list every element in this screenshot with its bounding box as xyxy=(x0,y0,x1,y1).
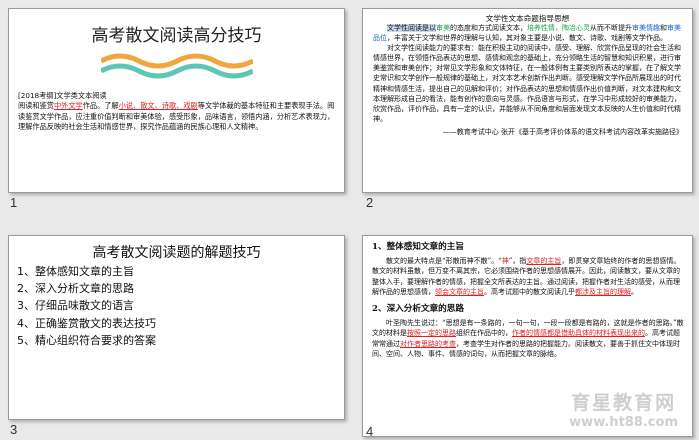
slide-number-3: 3 xyxy=(10,422,18,437)
slide-thumbnail-1[interactable]: 高考散文阅读高分技巧 [2018考纲]文学类文本阅读 阅读和鉴赏中外文学作品。了… xyxy=(8,8,345,193)
slide-1-title: 高考散文阅读高分技巧 xyxy=(91,26,262,46)
section-heading-1: 1、整体感知文章的主旨 xyxy=(372,242,464,252)
exam-outline-heading: [2018考纲]文学类文本阅读 xyxy=(18,91,107,100)
watermark: 育星教育网 www.ht88.com xyxy=(569,392,678,430)
exam-outline-text: 阅读和鉴赏中外文学作品。了解小说、散文、诗歌、戏剧等文学体裁的基本特征和主要表现… xyxy=(18,101,335,131)
slide-thumbnail-3[interactable]: 高考散文阅读题的解题技巧 1、整体感知文章的主旨 2、深入分析文章的思路 3、仔… xyxy=(8,235,345,420)
technique-list: 1、整体感知文章的主旨 2、深入分析文章的思路 3、仔细品味散文的语言 4、正确… xyxy=(17,263,156,349)
slide-number-2: 2 xyxy=(366,195,374,210)
slide-4-body: 1、整体感知文章的主旨 散文的最大特点是“形散而神不散”。“神”，指文章的主旨，… xyxy=(372,242,684,366)
slide-2-body: 文学性阅读是以审美的态度和方式阅读文本，培养性情，陶冶心灵从而不断提升审美情趣和… xyxy=(373,23,683,137)
slide-thumbnail-2[interactable]: 文学性文本命题指导思想 文学性阅读是以审美的态度和方式阅读文本，培养性情，陶冶心… xyxy=(362,8,693,193)
slide-2-paragraph-1: 文学性阅读是以审美的态度和方式阅读文本，培养性情，陶冶心灵从而不断提升审美情趣和… xyxy=(373,24,681,43)
decorative-wave xyxy=(101,53,253,79)
list-item: 2、深入分析文章的思路 xyxy=(17,282,134,296)
slide-2-source: ——教育考试中心 张开《基于高考评价体系的语文科考试内容改革实施路径》 xyxy=(442,127,683,136)
list-item: 3、仔细品味散文的语言 xyxy=(17,299,134,313)
section-heading-2: 2、深入分析文章的思路 xyxy=(372,303,464,314)
list-item: 5、精心组织符合要求的答案 xyxy=(17,333,156,347)
slide-1-body: [2018考纲]文学类文本阅读 阅读和鉴赏中外文学作品。了解小说、散文、诗歌、戏… xyxy=(18,91,336,132)
section-paragraph-2: 叶圣陶先生说过：“思想是有一条路的，一句一句，一段一段都是有路的，这就是作者的思… xyxy=(372,318,684,359)
slide-thumbnail-4[interactable]: 1、整体感知文章的主旨 散文的最大特点是“形散而神不散”。“神”，指文章的主旨，… xyxy=(362,235,693,437)
slide-number-4: 4 xyxy=(366,424,374,439)
section-paragraph-1: 散文的最大特点是“形散而神不散”。“神”，指文章的主旨，即贯穿文章始终的作者的思… xyxy=(372,256,681,297)
slide-3-title: 高考散文阅读题的解题技巧 xyxy=(92,245,261,261)
list-item: 1、整体感知文章的主旨 xyxy=(17,265,134,278)
slide-2-paragraph-2: 对文学性阅读能力的要求有：能在积极主动的阅读中，感受、理解、欣赏作品呈现的社会生… xyxy=(373,44,681,123)
slide-number-1: 1 xyxy=(10,195,18,210)
list-item: 4、正确鉴赏散文的表达技巧 xyxy=(17,316,156,330)
